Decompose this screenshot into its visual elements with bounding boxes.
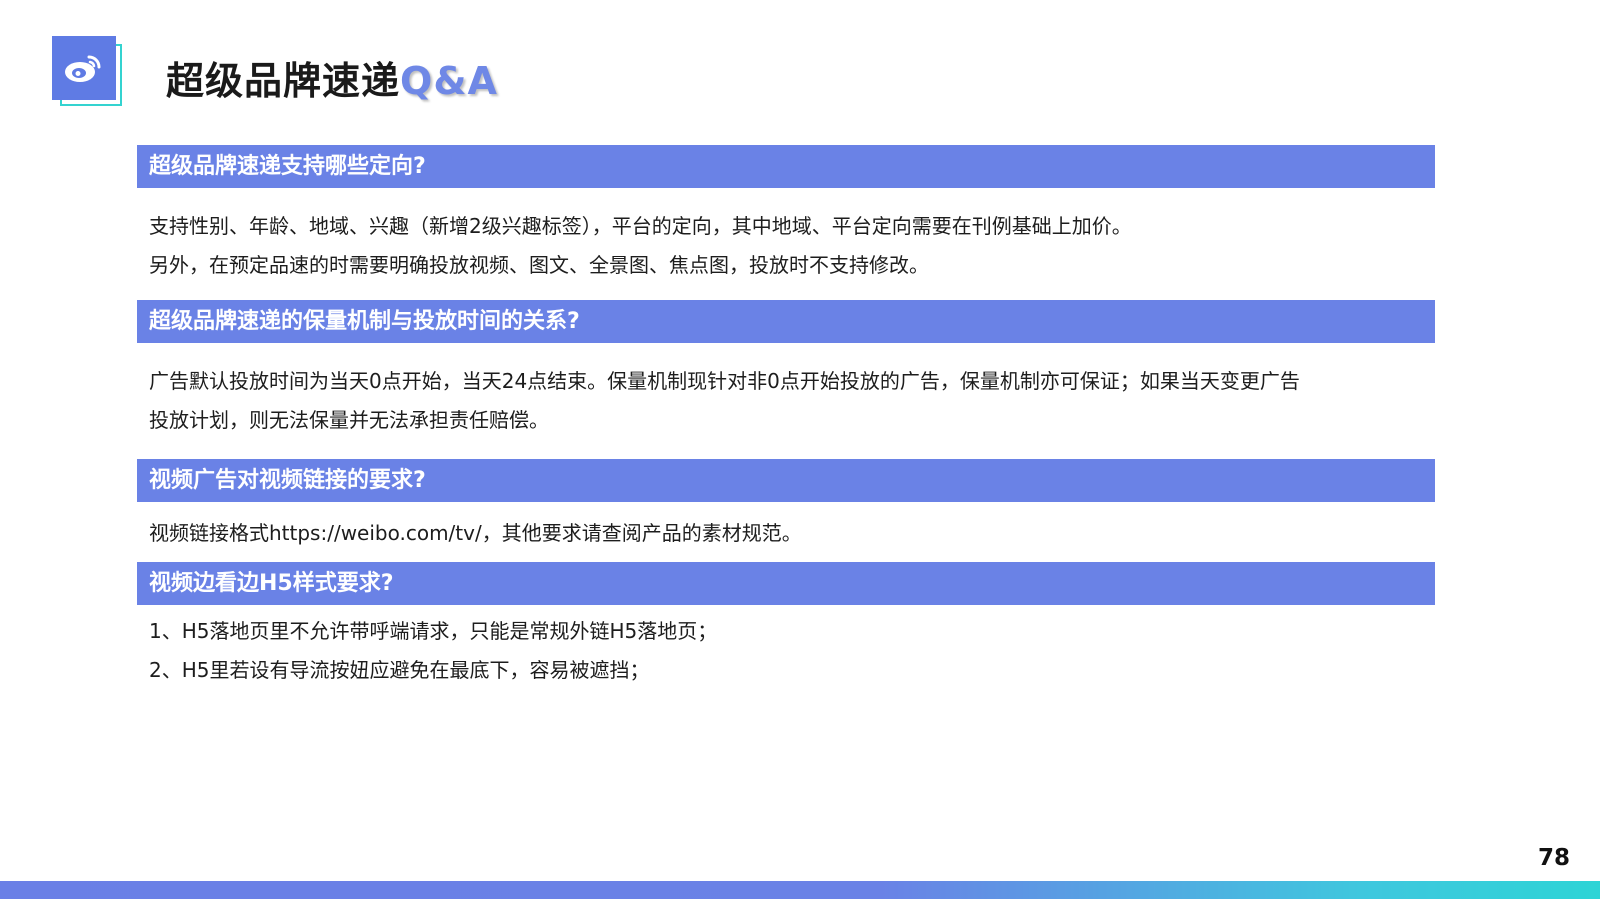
section-body-targeting: 支持性别、年龄、地域、兴趣（新增2级兴趣标签），平台的定向，其中地域、平台定向需… [149, 207, 1439, 285]
page-number: 78 [1537, 845, 1570, 871]
footer-gradient-bar [0, 881, 1600, 899]
body-line: 视频链接格式https://weibo.com/tv/，其他要求请查阅产品的素材… [149, 521, 802, 545]
section-body-video-link: 视频链接格式https://weibo.com/tv/，其他要求请查阅产品的素材… [149, 514, 1439, 553]
body-line: 2、H5里若设有导流按妞应避免在最底下，容易被遮挡； [149, 658, 650, 682]
body-line: 另外，在预定品速的时需要明确投放视频、图文、全景图、焦点图，投放时不支持修改。 [149, 253, 929, 277]
section-body-guarantee: 广告默认投放时间为当天0点开始，当天24点结束。保量机制现针对非0点开始投放的广… [149, 362, 1439, 440]
section-heading-video-link: 视频广告对视频链接的要求? [137, 459, 1435, 502]
body-line: 广告默认投放时间为当天0点开始，当天24点结束。保量机制现针对非0点开始投放的广… [149, 369, 1300, 393]
title-accent: Q&A [400, 59, 498, 103]
section-heading-targeting: 超级品牌速递支持哪些定向? [137, 145, 1435, 188]
section-heading-guarantee: 超级品牌速递的保量机制与投放时间的关系? [137, 300, 1435, 343]
body-line: 1、H5落地页里不允许带呼端请求，只能是常规外链H5落地页； [149, 619, 718, 643]
body-line: 支持性别、年龄、地域、兴趣（新增2级兴趣标签），平台的定向，其中地域、平台定向需… [149, 214, 1132, 238]
section-heading-h5-style: 视频边看边H5样式要求? [137, 562, 1435, 605]
title-main: 超级品牌速递 [166, 59, 401, 103]
page-title: 超级品牌速递Q&A [166, 50, 498, 105]
body-line: 投放计划，则无法保量并无法承担责任赔偿。 [149, 408, 549, 432]
weibo-logo [52, 36, 124, 108]
weibo-logo-icon [52, 36, 116, 100]
section-body-h5-style: 1、H5落地页里不允许带呼端请求，只能是常规外链H5落地页； 2、H5里若设有导… [149, 612, 1439, 690]
